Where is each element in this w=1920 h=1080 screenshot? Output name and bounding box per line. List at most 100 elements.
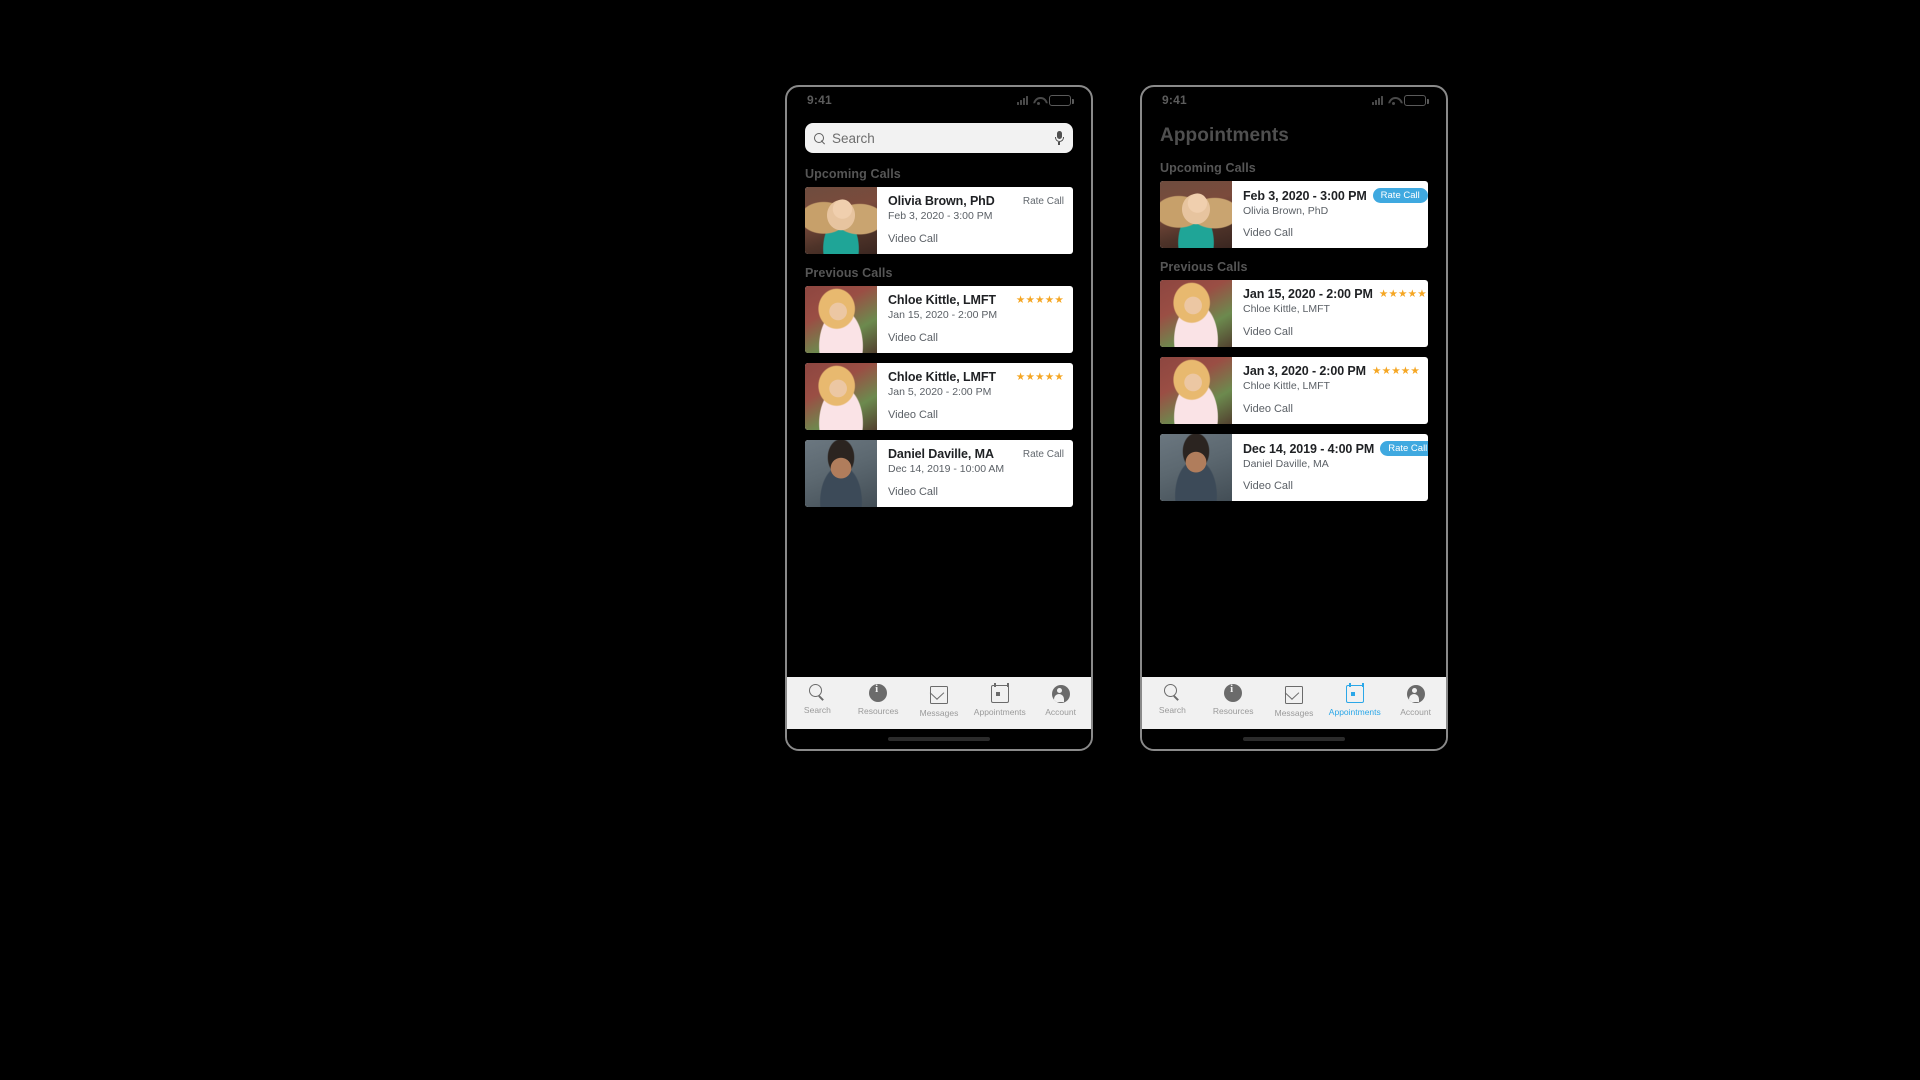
home-indicator-area	[1142, 729, 1446, 749]
tab-account[interactable]: Account	[1030, 683, 1091, 717]
section-title-upcoming: Upcoming Calls	[805, 167, 901, 181]
microphone-icon[interactable]	[1054, 131, 1064, 145]
status-bar: 9:41	[787, 87, 1091, 113]
status-time: 9:41	[1162, 93, 1187, 107]
mail-icon	[1284, 686, 1303, 704]
tab-appointments[interactable]: Appointments	[969, 683, 1030, 717]
star-rating: ★★★★★	[1015, 294, 1064, 306]
section-title-upcoming: Upcoming Calls	[1160, 161, 1256, 175]
call-type-label: Video Call	[1243, 227, 1293, 239]
tab-bar: Search Resources Messages Appointments A…	[787, 677, 1091, 729]
call-type-label: Video Call	[1243, 480, 1293, 492]
battery-icon	[1049, 94, 1074, 106]
appointment-card[interactable]: Daniel Daville, MA Rate Call Dec 14, 201…	[805, 440, 1073, 507]
calendar-icon	[990, 683, 1009, 703]
avatar	[1160, 280, 1232, 347]
appointment-card[interactable]: Dec 14, 2019 - 4:00 PM Rate Call Daniel …	[1160, 434, 1428, 501]
card-header-row: Dec 14, 2019 - 4:00 PM Rate Call	[1243, 441, 1428, 457]
person-icon	[1051, 685, 1070, 703]
screen-content-right: Appointments Upcoming Calls Feb 3, 2020 …	[1142, 113, 1446, 677]
card-primary-text: Jan 15, 2020 - 2:00 PM	[1243, 287, 1373, 301]
avatar	[1160, 181, 1232, 248]
card-header-row: Daniel Daville, MA Rate Call	[888, 447, 1064, 461]
battery-icon	[1404, 94, 1429, 106]
call-type-label: Video Call	[1243, 326, 1293, 338]
card-header-row: Chloe Kittle, LMFT ★★★★★	[888, 293, 1064, 307]
page-title: Appointments	[1160, 125, 1289, 146]
card-secondary-text: Jan 5, 2020 - 2:00 PM	[888, 386, 992, 398]
star-rating: ★★★★★	[1371, 365, 1421, 377]
cellular-signal-icon	[1017, 95, 1028, 105]
avatar	[1160, 357, 1232, 424]
tab-messages[interactable]: Messages	[909, 683, 970, 718]
tab-resources[interactable]: Resources	[848, 683, 909, 716]
avatar	[805, 187, 877, 254]
rate-call-badge[interactable]: Rate Call	[1372, 188, 1428, 204]
home-indicator-area	[787, 729, 1091, 749]
section-title-previous: Previous Calls	[805, 266, 893, 280]
star-rating: ★★★★★	[1378, 288, 1427, 300]
rate-call-badge[interactable]: Rate Call	[1380, 441, 1428, 457]
card-header-row: Jan 3, 2020 - 2:00 PM ★★★★★	[1243, 364, 1420, 378]
card-body: Jan 3, 2020 - 2:00 PM ★★★★★ Chloe Kittle…	[1232, 357, 1428, 424]
rate-call-link[interactable]: Rate Call	[1023, 449, 1064, 460]
mail-icon	[929, 686, 948, 704]
person-icon	[1406, 685, 1425, 703]
card-body: Dec 14, 2019 - 4:00 PM Rate Call Daniel …	[1232, 434, 1428, 501]
tab-label: Messages	[1274, 708, 1314, 718]
calendar-icon	[1345, 683, 1364, 703]
card-secondary-text: Dec 14, 2019 - 10:00 AM	[888, 463, 1005, 475]
status-indicators	[1017, 94, 1074, 106]
tab-label: Resources	[857, 706, 899, 716]
rate-call-link[interactable]: Rate Call	[1023, 196, 1064, 207]
appointment-card[interactable]: Jan 3, 2020 - 2:00 PM ★★★★★ Chloe Kittle…	[1160, 357, 1428, 424]
cellular-signal-icon	[1372, 95, 1383, 105]
search-icon	[1163, 683, 1181, 701]
home-indicator[interactable]	[888, 737, 990, 741]
appointment-card[interactable]: Chloe Kittle, LMFT ★★★★★ Jan 5, 2020 - 2…	[805, 363, 1073, 430]
appointment-card[interactable]: Olivia Brown, PhD Rate Call Feb 3, 2020 …	[805, 187, 1073, 254]
appointment-card[interactable]: Chloe Kittle, LMFT ★★★★★ Jan 15, 2020 - …	[805, 286, 1073, 353]
avatar	[805, 286, 877, 353]
info-icon	[869, 683, 888, 702]
tab-label: Resources	[1212, 706, 1254, 716]
section-title-previous: Previous Calls	[1160, 260, 1248, 274]
avatar	[805, 363, 877, 430]
status-bar: 9:41	[1142, 87, 1446, 113]
call-type-label: Video Call	[888, 409, 938, 421]
card-primary-text: Chloe Kittle, LMFT	[888, 293, 996, 307]
search-input[interactable]: Search	[832, 131, 1047, 146]
phone-mockup-right: 9:41 Appointments Upcoming Calls Feb 3, …	[1140, 85, 1448, 751]
tab-messages[interactable]: Messages	[1264, 683, 1325, 718]
card-body: Chloe Kittle, LMFT ★★★★★ Jan 15, 2020 - …	[877, 286, 1073, 353]
tab-appointments[interactable]: Appointments	[1324, 683, 1385, 717]
tab-account[interactable]: Account	[1385, 683, 1446, 717]
search-icon	[814, 132, 825, 144]
screenshot-canvas: 9:41 Search Upcoming Calls Olivia Brown,…	[0, 0, 1920, 1080]
tab-resources[interactable]: Resources	[1203, 683, 1264, 716]
card-header-row: Feb 3, 2020 - 3:00 PM Rate Call	[1243, 188, 1428, 204]
appointment-card[interactable]: Feb 3, 2020 - 3:00 PM Rate Call Olivia B…	[1160, 181, 1428, 248]
search-bar[interactable]: Search	[805, 123, 1073, 153]
card-secondary-text: Jan 15, 2020 - 2:00 PM	[888, 309, 998, 321]
info-icon	[1224, 683, 1243, 702]
screen-content-left: Search Upcoming Calls Olivia Brown, PhD …	[787, 113, 1091, 677]
card-secondary-text: Olivia Brown, PhD	[1243, 205, 1329, 218]
call-type-label: Video Call	[888, 486, 938, 498]
appointment-card[interactable]: Jan 15, 2020 - 2:00 PM ★★★★★ Chloe Kittl…	[1160, 280, 1428, 347]
tab-bar: Search Resources Messages Appointments A…	[1142, 677, 1446, 729]
card-secondary-text: Chloe Kittle, LMFT	[1243, 303, 1330, 315]
tab-label: Account	[1045, 707, 1076, 717]
tab-search[interactable]: Search	[1142, 683, 1203, 715]
card-secondary-text: Chloe Kittle, LMFT	[1243, 380, 1330, 392]
card-body: Jan 15, 2020 - 2:00 PM ★★★★★ Chloe Kittl…	[1232, 280, 1428, 347]
avatar	[805, 440, 877, 507]
avatar	[1160, 434, 1232, 501]
status-time: 9:41	[807, 93, 832, 107]
card-header-row: Chloe Kittle, LMFT ★★★★★	[888, 370, 1064, 384]
tab-label: Search	[1158, 705, 1186, 715]
card-primary-text: Olivia Brown, PhD	[888, 194, 995, 208]
home-indicator[interactable]	[1243, 737, 1345, 741]
card-primary-text: Daniel Daville, MA	[888, 447, 994, 461]
tab-search[interactable]: Search	[787, 683, 848, 715]
